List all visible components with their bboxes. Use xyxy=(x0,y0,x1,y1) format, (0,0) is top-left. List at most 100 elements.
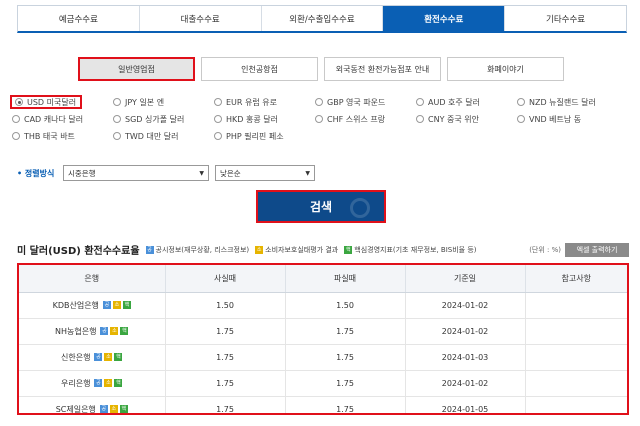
table-row: SC제일은행 공 소 핵 1.75 1.75 2024-01-05 xyxy=(19,396,627,414)
key-indicator-icon[interactable]: 핵 xyxy=(119,405,128,413)
disclosure-icon[interactable]: 공 xyxy=(94,353,103,361)
bank-name[interactable]: 우리은행 xyxy=(61,378,90,389)
currency-option-sgd[interactable]: SGD 싱가폴 달러 xyxy=(113,112,214,126)
radio-icon xyxy=(113,98,121,106)
currency-label: TWD 대만 달러 xyxy=(125,131,179,141)
currency-option-usd[interactable]: USD 미국달러 xyxy=(10,95,82,109)
currency-label: USD 미국달러 xyxy=(27,97,77,107)
base-date: 2024-01-02 xyxy=(405,292,526,319)
bank-type-select[interactable]: 시중은행 ▼ xyxy=(63,165,209,181)
table-row: 신한은행 공 소 핵 1.75 1.75 2024-01-03 xyxy=(19,344,627,371)
radio-icon xyxy=(113,115,121,123)
disclosure-icon[interactable]: 공 xyxy=(100,327,109,335)
disclosure-icon[interactable]: 공 xyxy=(102,301,111,309)
radio-icon xyxy=(517,98,525,106)
key-indicator-icon[interactable]: 핵 xyxy=(120,327,129,335)
currency-option-php[interactable]: PHP 필리핀 페소 xyxy=(214,129,315,143)
excel-export-button[interactable]: 엑셀 출력하기 xyxy=(565,242,629,257)
buy-rate: 1.75 xyxy=(165,318,286,345)
currency-option-jpy[interactable]: JPY 일본 엔 xyxy=(113,95,214,109)
note xyxy=(525,396,627,413)
tab-fx-trade-fees[interactable]: 외환/수출입수수료 xyxy=(261,6,384,31)
sort-label: • 정렬방식 xyxy=(17,168,55,178)
search-icon xyxy=(350,198,370,218)
bank-name[interactable]: KDB산업은행 xyxy=(53,300,99,311)
currency-option-eur[interactable]: EUR 유럽 유로 xyxy=(214,95,315,109)
subtab-foreign-coin-branches[interactable]: 외국동전 환전가능점포 안내 xyxy=(324,57,441,81)
bank-name[interactable]: SC제일은행 xyxy=(56,404,96,414)
currency-option-cad[interactable]: CAD 캐나다 달러 xyxy=(12,112,113,126)
table-row: 우리은행 공 소 핵 1.75 1.75 2024-01-02 xyxy=(19,370,627,397)
currency-label: CAD 캐나다 달러 xyxy=(24,114,84,124)
tab-deposit-fees[interactable]: 예금수수료 xyxy=(18,6,140,31)
key-indicator-icon[interactable]: 핵 xyxy=(114,379,123,387)
sell-rate: 1.50 xyxy=(285,292,406,319)
key-indicator-icon: 핵 xyxy=(344,245,353,254)
consumer-protection-icon[interactable]: 소 xyxy=(112,301,121,309)
table-row: NH농협은행 공 소 핵 1.75 1.75 2024-01-02 xyxy=(19,318,627,345)
currency-option-gbp[interactable]: GBP 영국 파운드 xyxy=(315,95,416,109)
bank-type-select-value: 시중은행 xyxy=(68,168,96,178)
note xyxy=(525,318,627,345)
base-date: 2024-01-03 xyxy=(405,344,526,371)
result-title: 미 달러(USD) 환전수수료율 xyxy=(17,246,140,257)
main-nav: 예금수수료 대출수수료 외환/수출입수수료 환전수수료 기타수수료 xyxy=(17,5,627,33)
currency-option-hkd[interactable]: HKD 홍콩 달러 xyxy=(214,112,315,126)
currency-option-twd[interactable]: TWD 대만 달러 xyxy=(113,129,214,143)
radio-icon xyxy=(416,98,424,106)
base-date: 2024-01-05 xyxy=(405,396,526,413)
radio-icon xyxy=(416,115,424,123)
currency-label: HKD 홍콩 달러 xyxy=(226,114,278,124)
radio-icon xyxy=(517,115,525,123)
currency-label: NZD 뉴질랜드 달러 xyxy=(529,97,596,107)
sell-rate: 1.75 xyxy=(285,370,406,397)
radio-icon xyxy=(214,98,222,106)
sort-order-select-value: 낮은순 xyxy=(220,168,241,178)
bank-name[interactable]: 신한은행 xyxy=(61,352,90,363)
currency-option-thb[interactable]: THB 태국 바트 xyxy=(12,129,113,143)
branch-subtabs: 일반영업점 인천공항점 외국동전 환전가능점포 안내 화폐이야기 xyxy=(78,57,564,81)
tab-loan-fees[interactable]: 대출수수료 xyxy=(139,6,262,31)
table-row: KDB산업은행 공 소 핵 1.50 1.50 2024-01-02 xyxy=(19,292,627,319)
tab-exchange-fees[interactable]: 환전수수료 xyxy=(383,6,506,31)
subtab-general-branch[interactable]: 일반영업점 xyxy=(78,57,195,81)
key-indicator-icon[interactable]: 핵 xyxy=(122,301,131,309)
base-date: 2024-01-02 xyxy=(405,318,526,345)
currency-radio-group: USD 미국달러 JPY 일본 엔 EUR 유럽 유로 GBP 영국 파운드 A… xyxy=(10,95,622,143)
currency-label: VND 베트남 동 xyxy=(529,114,582,124)
disclosure-icon[interactable]: 공 xyxy=(94,379,103,387)
disclosure-icon: 공 xyxy=(145,245,154,254)
currency-label: PHP 필리핀 페소 xyxy=(226,131,284,141)
key-indicator-icon[interactable]: 핵 xyxy=(114,353,123,361)
header-bank: 은행 xyxy=(19,265,166,293)
currency-option-aud[interactable]: AUD 호주 달러 xyxy=(416,95,517,109)
consumer-protection-icon[interactable]: 소 xyxy=(104,379,113,387)
sell-rate: 1.75 xyxy=(285,396,406,413)
currency-option-nzd[interactable]: NZD 뉴질랜드 달러 xyxy=(517,95,618,109)
sell-rate: 1.75 xyxy=(285,344,406,371)
consumer-protection-icon[interactable]: 소 xyxy=(104,353,113,361)
note xyxy=(525,344,627,371)
currency-option-chf[interactable]: CHF 스위스 프랑 xyxy=(315,112,416,126)
consumer-protection-icon[interactable]: 소 xyxy=(110,327,119,335)
result-header: 미 달러(USD) 환전수수료율 공 공시정보(재무상황, 리스크정보) 소 소비자… xyxy=(17,242,629,257)
radio-selected-icon xyxy=(15,98,23,106)
tab-other-fees[interactable]: 기타수수료 xyxy=(505,6,626,31)
subtab-currency-story[interactable]: 화폐이야기 xyxy=(447,57,564,81)
buy-rate: 1.50 xyxy=(165,292,286,319)
subtab-incheon-airport[interactable]: 인천공항점 xyxy=(201,57,318,81)
search-button[interactable]: 검색 xyxy=(256,190,386,223)
currency-label: AUD 호주 달러 xyxy=(428,97,481,107)
sort-order-select[interactable]: 낮은순 ▼ xyxy=(215,165,315,181)
currency-option-vnd[interactable]: VND 베트남 동 xyxy=(517,112,618,126)
currency-label: SGD 싱가폴 달러 xyxy=(125,114,185,124)
consumer-protection-icon[interactable]: 소 xyxy=(109,405,118,413)
currency-option-cny[interactable]: CNY 중국 위안 xyxy=(416,112,517,126)
buy-rate: 1.75 xyxy=(165,370,286,397)
disclosure-icon[interactable]: 공 xyxy=(99,405,108,413)
bank-name[interactable]: NH농협은행 xyxy=(55,326,96,337)
consumer-protection-icon: 소 xyxy=(255,245,264,254)
legend-text: 소비자보호실태평가 결과 xyxy=(265,245,339,254)
search-button-label: 검색 xyxy=(309,200,333,214)
radio-icon xyxy=(12,115,20,123)
